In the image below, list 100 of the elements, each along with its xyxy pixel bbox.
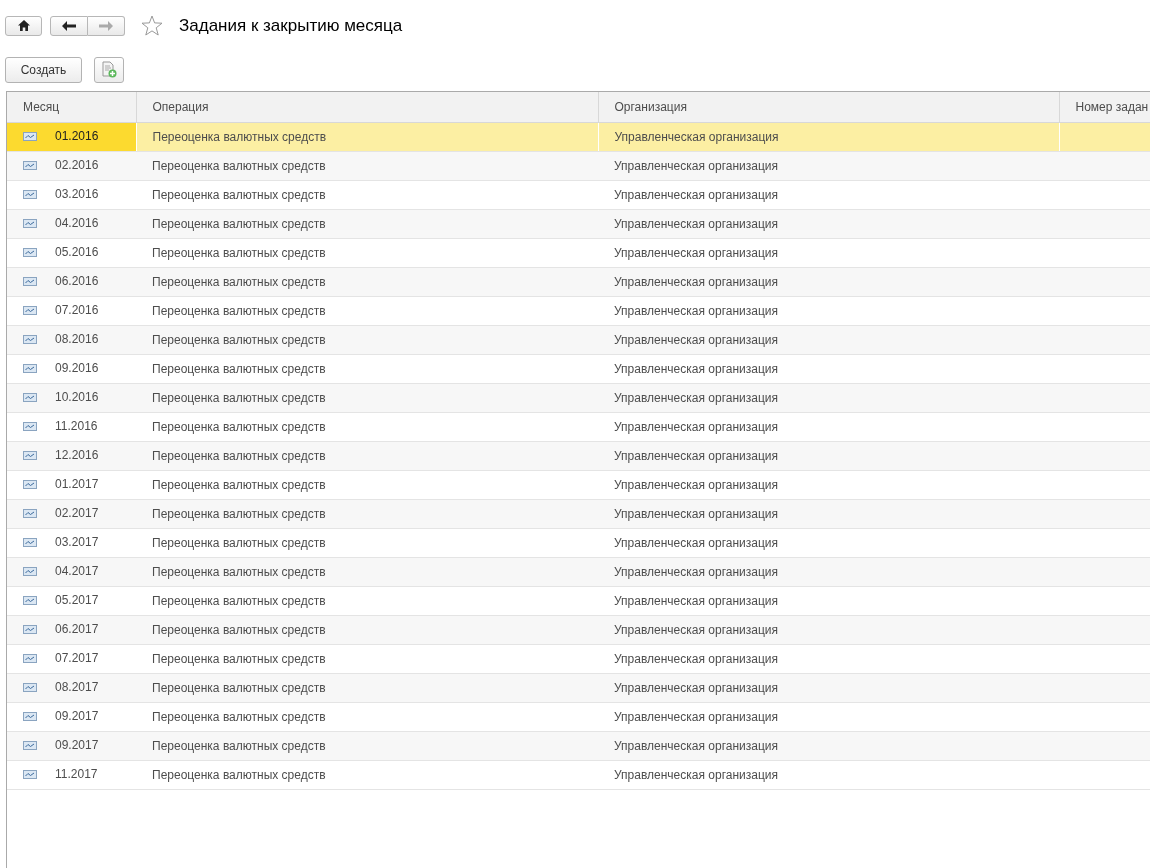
organization-cell: Управленческая организация (614, 593, 778, 608)
chart-icon (23, 160, 37, 170)
month-cell-text: 07.2016 (55, 302, 99, 320)
organization-cell: Управленческая организация (614, 709, 778, 724)
month-cell-text: 09.2016 (55, 360, 99, 378)
month-cell-text: 05.2017 (55, 592, 99, 610)
organization-cell: Управленческая организация (614, 303, 778, 318)
chart-icon (23, 247, 37, 257)
operation-cell: Переоценка валютных средств (152, 187, 326, 202)
month-cell-text: 08.2017 (55, 679, 99, 697)
table-row[interactable]: 02.2016 Переоценка валютных средств Управленческая организация (7, 151, 1150, 180)
home-button[interactable] (5, 15, 42, 36)
chart-icon (23, 305, 37, 315)
operation-cell: Переоценка валютных средств (152, 129, 327, 144)
operation-cell: Переоценка валютных средств (152, 216, 326, 231)
organization-cell: Управленческая организация (614, 477, 778, 492)
operation-cell: Переоценка валютных средств (152, 390, 326, 405)
organization-cell: Управленческая организация (614, 158, 778, 173)
chart-icon (23, 566, 37, 576)
window-title: Задания к закрытию месяца (179, 14, 403, 37)
operation-cell: Переоценка валютных средств (152, 419, 326, 434)
table-row[interactable]: 03.2016 Переоценка валютных средств Управленческая организация (7, 180, 1150, 209)
table-row[interactable]: 03.2017 Переоценка валютных средств Управленческая организация (7, 528, 1150, 557)
chart-icon (23, 711, 37, 721)
organization-cell: Управленческая организация (614, 187, 778, 202)
chart-icon (23, 479, 37, 489)
operation-cell: Переоценка валютных средств (152, 361, 326, 376)
table-row[interactable]: 02.2017 Переоценка валютных средств Управленческая организация (7, 499, 1150, 528)
month-cell-text: 01.2016 (55, 128, 99, 146)
organization-cell: Управленческая организация (614, 448, 778, 463)
table-row[interactable]: 10.2016 Переоценка валютных средств Управленческая организация (7, 383, 1150, 412)
table-row[interactable]: 09.2017 Переоценка валютных средств Управленческая организация (7, 731, 1150, 760)
organization-cell: Управленческая организация (614, 419, 778, 434)
organization-cell: Управленческая организация (614, 245, 778, 260)
operation-cell: Переоценка валютных средств (152, 564, 326, 579)
month-cell-text: 02.2017 (55, 505, 99, 523)
organization-cell: Управленческая организация (614, 738, 778, 753)
table-row[interactable]: 12.2016 Переоценка валютных средств Управленческая организация (7, 441, 1150, 470)
operation-cell: Переоценка валютных средств (152, 593, 326, 608)
chart-icon (23, 334, 37, 344)
table-row[interactable]: 11.2017 Переоценка валютных средств Управленческая организация (7, 760, 1150, 789)
table-row[interactable]: 04.2016 Переоценка валютных средств Управленческая организация (7, 209, 1150, 238)
month-cell-text: 06.2017 (55, 621, 99, 639)
table-row[interactable]: 07.2016 Переоценка валютных средств Управленческая организация (7, 296, 1150, 325)
month-cell-text: 11.2017 (55, 766, 98, 784)
operation-cell: Переоценка валютных средств (152, 303, 326, 318)
chart-icon (23, 595, 37, 605)
organization-cell: Управленческая организация (614, 332, 778, 347)
table-row[interactable]: 08.2017 Переоценка валютных средств Управленческая организация (7, 673, 1150, 702)
table-row[interactable]: 05.2016 Переоценка валютных средств Управленческая организация (7, 238, 1150, 267)
operation-cell: Переоценка валютных средств (152, 274, 326, 289)
month-cell-text: 09.2017 (55, 708, 99, 726)
table-row[interactable]: 01.2016 Переоценка валютных средств Управленческая организация (7, 122, 1150, 151)
table-row[interactable]: 09.2016 Переоценка валютных средств Управленческая организация (7, 354, 1150, 383)
chart-icon (23, 189, 37, 199)
organization-cell: Управленческая организация (614, 390, 778, 405)
chart-icon (23, 276, 37, 286)
chart-icon (23, 769, 37, 779)
table-row[interactable]: 06.2017 Переоценка валютных средств Управленческая организация (7, 615, 1150, 644)
month-cell-text: 06.2016 (55, 273, 99, 291)
month-cell-text: 10.2016 (55, 389, 99, 407)
table-row[interactable]: 08.2016 Переоценка валютных средств Управленческая организация (7, 325, 1150, 354)
chart-icon (23, 363, 37, 373)
home-icon (17, 20, 30, 31)
operation-cell: Переоценка валютных средств (152, 477, 326, 492)
month-cell-text: 04.2017 (55, 563, 99, 581)
table-row[interactable]: 11.2016 Переоценка валютных средств Управленческая организация (7, 412, 1150, 441)
operation-cell: Переоценка валютных средств (152, 506, 326, 521)
chart-icon (23, 653, 37, 663)
organization-cell: Управленческая организация (614, 129, 779, 144)
table-row[interactable]: 05.2017 Переоценка валютных средств Управленческая организация (7, 586, 1150, 615)
chart-icon (23, 421, 37, 431)
column-header[interactable]: Организация (614, 99, 687, 114)
organization-cell: Управленческая организация (614, 506, 778, 521)
table-row[interactable]: 01.2017 Переоценка валютных средств Управленческая организация (7, 470, 1150, 499)
chart-icon (23, 508, 37, 518)
star-icon[interactable] (141, 15, 163, 36)
organization-cell: Управленческая организация (614, 216, 778, 231)
month-cell-text: 08.2016 (55, 331, 99, 349)
organization-cell: Управленческая организация (614, 564, 778, 579)
operation-cell: Переоценка валютных средств (152, 622, 326, 637)
month-cell-text: 05.2016 (55, 244, 99, 262)
organization-cell: Управленческая организация (614, 535, 778, 550)
table-row[interactable]: 04.2017 Переоценка валютных средств Управленческая организация (7, 557, 1150, 586)
table-row[interactable]: 09.2017 Переоценка валютных средств Управленческая организация (7, 702, 1150, 731)
table-row[interactable]: 07.2017 Переоценка валютных средств Управленческая организация (7, 644, 1150, 673)
operation-cell: Переоценка валютных средств (152, 709, 326, 724)
back-button[interactable] (50, 15, 88, 36)
month-cell-text: 02.2016 (55, 157, 99, 175)
table-row[interactable]: 06.2016 Переоценка валютных средств Управленческая организация (7, 267, 1150, 296)
operation-cell: Переоценка валютных средств (152, 738, 326, 753)
create-button[interactable]: Создать (5, 56, 82, 83)
operation-cell: Переоценка валютных средств (152, 332, 326, 347)
column-header[interactable]: Месяц (23, 99, 60, 114)
add-document-button[interactable] (94, 56, 124, 83)
chart-icon (23, 131, 37, 141)
month-cell-text: 03.2016 (55, 186, 99, 204)
column-header[interactable]: Операция (152, 99, 209, 114)
month-cell-text: 12.2016 (55, 447, 99, 465)
operation-cell: Переоценка валютных средств (152, 680, 326, 695)
